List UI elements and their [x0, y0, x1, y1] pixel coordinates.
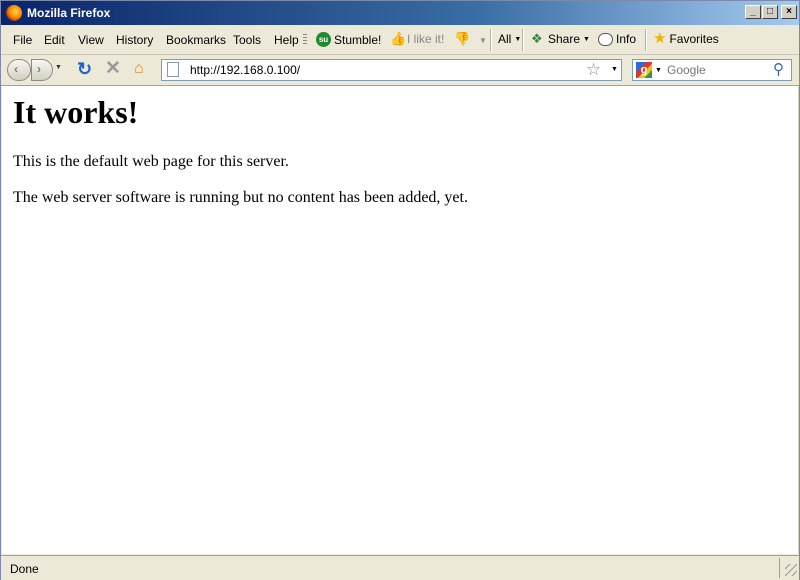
forward-arrow-icon: ›: [37, 62, 41, 76]
favorites-button[interactable]: ★ Favorites: [653, 30, 719, 47]
menu-file[interactable]: File: [13, 33, 32, 47]
thumbs-down-icon: 👎: [454, 31, 471, 46]
stop-icon[interactable]: ✕: [105, 59, 121, 79]
close-button[interactable]: ×: [781, 5, 797, 19]
page-paragraph-2: The web server software is running but n…: [13, 189, 468, 206]
share-button[interactable]: ❖ Share ▼: [531, 31, 590, 47]
thumbs-down-button[interactable]: 👎: [454, 31, 471, 46]
search-input[interactable]: [667, 62, 767, 78]
thumbs-dropdown[interactable]: ▼: [479, 36, 487, 45]
navigation-toolbar: ‹ › ▼ ↻ ✕ ⌂ http://192.168.0.100/ ☆ ▼ g …: [1, 55, 799, 86]
menu-tools[interactable]: Tools: [233, 33, 261, 47]
page-paragraph-1: This is the default web page for this se…: [13, 153, 289, 170]
ilike-label: I like it!: [407, 32, 445, 46]
url-text[interactable]: http://192.168.0.100/: [190, 63, 300, 77]
stumble-button[interactable]: su Stumble!: [316, 32, 381, 47]
info-button[interactable]: Info: [598, 32, 636, 46]
thumbs-up-icon: 👍: [390, 31, 407, 46]
menu-edit[interactable]: Edit: [44, 33, 65, 47]
history-dropdown-icon[interactable]: ▼: [55, 64, 62, 71]
resize-grip-icon[interactable]: [785, 564, 797, 576]
ilike-button[interactable]: 👍 I like it!: [390, 31, 445, 47]
page-content: It works! This is the default web page f…: [2, 86, 798, 554]
address-bar[interactable]: http://192.168.0.100/ ☆ ▼: [161, 59, 622, 81]
all-label: All: [498, 32, 512, 46]
menu-history[interactable]: History: [116, 33, 153, 47]
stumbleupon-icon: su: [316, 32, 331, 47]
favorites-star-icon: ★: [653, 30, 667, 47]
url-dropdown-icon[interactable]: ▼: [611, 66, 618, 73]
all-button[interactable]: All ▼: [498, 32, 521, 46]
reload-icon[interactable]: ↻: [77, 60, 92, 78]
search-engine-dropdown-icon[interactable]: ▼: [655, 67, 662, 74]
firefox-icon: [6, 5, 22, 21]
share-icon: ❖: [531, 31, 543, 46]
status-divider: [779, 558, 780, 578]
menu-bookmarks[interactable]: Bookmarks: [166, 33, 226, 47]
magnifier-icon[interactable]: ⚲: [773, 61, 784, 79]
browser-window: Mozilla Firefox _ □ × File Edit View His…: [0, 0, 800, 580]
minimize-button[interactable]: _: [745, 5, 761, 19]
forward-button[interactable]: ›: [31, 59, 53, 81]
back-arrow-icon: ‹: [14, 62, 18, 76]
speech-bubble-icon: [598, 32, 613, 46]
favorites-label: Favorites: [669, 32, 719, 46]
status-text: Done: [10, 562, 39, 576]
content-border: [798, 86, 799, 554]
toolbar-separator: [522, 29, 524, 51]
status-bar: Done: [1, 555, 799, 580]
page-icon: [167, 62, 179, 77]
info-label: Info: [616, 32, 637, 46]
toolbar-grip[interactable]: [303, 34, 307, 46]
title-bar[interactable]: Mozilla Firefox _ □ ×: [1, 1, 799, 25]
chevron-down-icon: ▼: [583, 35, 590, 43]
menu-view[interactable]: View: [78, 33, 104, 47]
menu-bar: File Edit View History Bookmarks Tools H…: [1, 26, 799, 55]
toolbar-separator: [490, 29, 492, 51]
toolbar-separator: [645, 29, 647, 51]
menu-help[interactable]: Help: [274, 33, 299, 47]
page-heading: It works!: [13, 94, 139, 130]
window-title: Mozilla Firefox: [27, 6, 111, 20]
bookmark-star-icon[interactable]: ☆: [586, 60, 601, 80]
search-bar: g ▼ ⚲: [632, 59, 792, 81]
share-label: Share: [548, 32, 581, 46]
stumble-label: Stumble!: [334, 32, 382, 47]
chevron-down-icon: ▼: [514, 35, 522, 43]
google-icon[interactable]: g: [636, 62, 652, 78]
home-icon[interactable]: ⌂: [134, 60, 144, 78]
maximize-button[interactable]: □: [762, 5, 778, 19]
back-button[interactable]: ‹: [7, 59, 31, 81]
